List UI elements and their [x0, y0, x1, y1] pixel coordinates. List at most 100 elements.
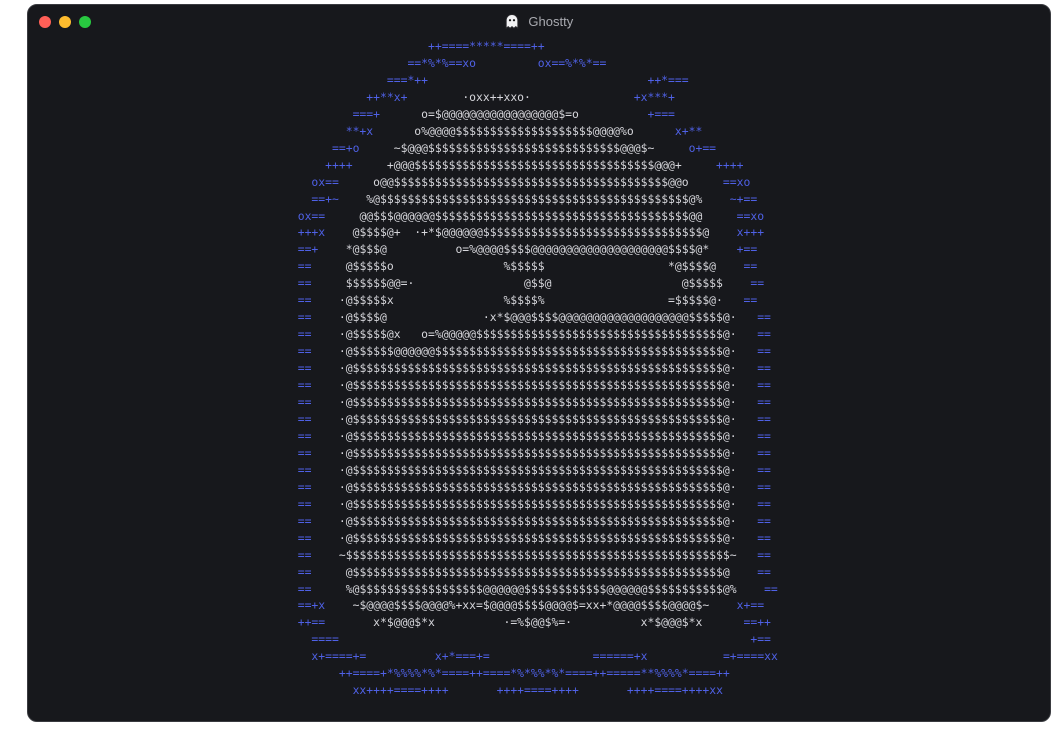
art-border-segment: == [757, 411, 771, 426]
art-border-segment: == [757, 564, 771, 579]
art-ghost-segment: $$$$$$@@=· @$$@ @$$$$$ [311, 276, 751, 291]
window-title-group: Ghostty [28, 14, 1050, 29]
art-border-segment: == [764, 581, 778, 596]
art-border-segment: == [284, 530, 312, 545]
art-border-segment: =+====xx [722, 649, 778, 664]
art-ghost-segment: ~$@@@$$$$$$$$$$$$$$$$$$$$$$$$$$$$@@@$~ [359, 140, 689, 155]
art-ghost-segment [366, 649, 435, 663]
art-border-segment: == [757, 513, 771, 528]
art-line: == ~$$$$$$$$$$$$$$$$$$$$$$$$$$$$$$$$$$$$… [284, 548, 771, 562]
art-line: ++++ +@@@$$$$$$$$$$$$$$$$$$$$$$$$$$$$$$$… [284, 158, 743, 172]
art-border-segment: == [757, 310, 771, 325]
art-border-segment: == [284, 547, 312, 562]
art-line: == ·@$$$$$$$$$$$$$$$$$$$$$$$$$$$$$$$$$$$… [284, 361, 771, 375]
art-border-segment: == [284, 327, 312, 342]
art-line: x+====+= x+*===+= ======+x =+====xx [284, 649, 778, 664]
art-ghost-segment: o@@$$$$$$$$$$$$$$$$$$$$$$$$$$$$$$$$$$$$$… [338, 174, 723, 189]
art-border-segment: == [757, 547, 771, 562]
art-ghost-segment [648, 649, 723, 663]
art-ghost-segment: ·@$$$$$$$$$$$$$$$$$$$$$$$$$$$$$$$$$$$$$$… [311, 445, 758, 460]
art-border-segment: o+== [688, 140, 717, 155]
art-border-segment: ==+o [284, 140, 360, 155]
art-line: == ·@$$$$$$$$$$$$$$$$$$$$$$$$$$$$$$$$$$$… [284, 497, 771, 511]
art-border-segment: == [757, 445, 771, 460]
art-border-segment: == [284, 259, 312, 274]
art-ghost-segment: ·@$$$$$$@@@@@@$$$$$$$$$$$$$$$$$$$$$$$$$$… [311, 344, 758, 359]
art-border-segment: xx++++====++++ [284, 683, 449, 698]
art-border-segment: ~+== [729, 191, 758, 206]
art-border-segment: == [757, 378, 771, 393]
art-line: == ·@$$$$$$$$$$$$$$$$$$$$$$$$$$$$$$$$$$$… [284, 480, 771, 494]
art-line: == %@$$$$$$$$$$$$$$$$$$@@@@@@$$$$$$$$$$$… [284, 582, 778, 596]
art-line: ==*%*%==xo ox==%*%*== [284, 56, 606, 70]
art-border-segment: == [284, 310, 312, 325]
art-ghost-segment: @@$$$@@@@@@$$$$$$$$$$$$$$$$$$$$$$$$$$$$$… [325, 208, 737, 223]
art-line: == ·@$$$$$@x o=%@@@@@$$$$$$$$$$$$$$$$$$$… [284, 327, 771, 341]
art-line: ++====*****====++ [284, 39, 545, 53]
art-ghost-segment: ·@$$$$$$$$$$$$$$$$$$$$$$$$$$$$$$$$$$$$$$… [311, 513, 758, 528]
art-border-segment: == [757, 496, 771, 511]
ghost-icon [505, 14, 519, 29]
art-border-segment: == [284, 428, 312, 443]
art-border-segment: ===*++ [284, 72, 429, 87]
art-border-segment: == [757, 361, 771, 376]
window-title: Ghostty [528, 14, 574, 29]
art-border-segment: x+++ [736, 225, 765, 240]
art-ghost-segment: o%@@@@$$$$$$$$$$$$$$$$$$$$@@@@%o [373, 123, 675, 138]
art-border-segment: ox== [284, 208, 326, 223]
art-ghost-segment: %@$$$$$$$$$$$$$$$$$$$$$$$$$$$$$$$$$$$$$$… [338, 191, 730, 206]
art-line: == ·@$$$$$$$$$$$$$$$$$$$$$$$$$$$$$$$$$$$… [284, 429, 771, 443]
art-border-segment: ==*%*%==xo ox==%*%*== [284, 55, 607, 70]
art-line: == ·@$$$$$$$$$$$$$$$$$$$$$$$$$$$$$$$$$$$… [284, 531, 771, 545]
art-line: ox== @@$$$@@@@@@$$$$$$$$$$$$$$$$$$$$$$$$… [284, 209, 764, 223]
art-ghost-segment [339, 632, 750, 646]
art-border-segment: == [284, 361, 312, 376]
art-border-segment: ox== [284, 174, 339, 189]
art-border-segment: == [284, 395, 312, 410]
art-border-segment: == [757, 395, 771, 410]
art-border-segment: x+*===+= [434, 649, 490, 664]
art-ghost-segment: ·@$$$$$$$$$$$$$$$$$$$$$$$$$$$$$$$$$$$$$$… [311, 378, 758, 393]
art-border-segment: x+** [674, 123, 703, 138]
ascii-ghost-art: ++====*****====++ ==*%*%==xo ox==%*%*== … [284, 38, 778, 699]
art-line: ++**x+ ·oxx++xxo· +x***+ [284, 90, 675, 104]
art-border-segment: ==+ [284, 242, 319, 257]
art-border-segment: **+x [284, 123, 374, 138]
art-ghost-segment: +@@@$$$$$$$$$$$$$$$$$$$$$$$$$$$$$$$$$$$@… [352, 157, 717, 172]
art-line: xx++++====++++ ++++====++++ ++++====++++… [284, 683, 723, 697]
art-ghost-segment: o=$@@@@@@@@@@@@@@@@@$=o [380, 106, 634, 121]
art-border-segment: == [284, 445, 312, 460]
art-line: == ·@$$$$$$$$$$$$$$$$$$$$$$$$$$$$$$$$$$$… [284, 412, 771, 426]
art-ghost-segment: ·@$$$$$$$$$$$$$$$$$$$$$$$$$$$$$$$$$$$$$$… [311, 361, 758, 376]
art-ghost-segment: x*$@@@$*x ·=%$@@$%=· x*$@@@$*x [325, 615, 744, 630]
art-ghost-segment [449, 683, 497, 697]
terminal-area[interactable]: ++====*****====++ ==*%*%==xo ox==%*%*== … [28, 39, 1050, 721]
art-border-segment: == [284, 564, 312, 579]
art-line: ++====+*%%%%*%*====++====*%*%%*%*====++=… [284, 666, 730, 680]
art-line: == @$$$$$$$$$$$$$$$$$$$$$$$$$$$$$$$$$$$$… [284, 565, 771, 579]
art-border-segment: == [284, 479, 312, 494]
art-border-segment: ++== [284, 615, 326, 630]
art-ghost-segment: @$$$$$o %$$$$$ *@$$$$@ [311, 259, 744, 274]
art-border-segment: == [757, 344, 771, 359]
art-ghost-segment [428, 73, 647, 87]
art-line: ===+ o=$@@@@@@@@@@@@@@@@@$=o +=== [284, 107, 675, 121]
art-line: ==+~ %@$$$$$$$$$$$$$$$$$$$$$$$$$$$$$$$$$… [284, 192, 757, 206]
art-ghost-segment: ·@$$$$$$$$$$$$$$$$$$$$$$$$$$$$$$$$$$$$$$… [311, 395, 758, 410]
art-line: == ·@$$$$$$$$$$$$$$$$$$$$$$$$$$$$$$$$$$$… [284, 514, 771, 528]
art-border-segment: == [743, 293, 758, 308]
art-border-segment: +== [750, 632, 771, 647]
art-border-segment: == [284, 513, 312, 528]
art-ghost-segment: ·@$$$$$$$$$$$$$$$$$$$$$$$$$$$$$$$$$$$$$$… [311, 411, 758, 426]
art-border-segment: == [284, 378, 312, 393]
art-border-segment: == [757, 530, 771, 545]
art-border-segment: x+== [736, 598, 765, 613]
art-border-segment: == [284, 581, 312, 596]
art-ghost-segment [490, 649, 593, 663]
art-line: ==+x ~$@@@@$$$$@@@@%+xx=$@@@@$$$$@@@@$=x… [284, 598, 764, 612]
art-border-segment: ++++ [284, 157, 353, 172]
art-ghost-segment: %@$$$$$$$$$$$$$$$$$$@@@@@@$$$$$$$$$$$$@@… [311, 581, 765, 596]
title-bar[interactable]: Ghostty [28, 5, 1050, 39]
art-border-segment: x+====+= [284, 649, 367, 664]
art-ghost-segment: ·@$$$$$$$$$$$$$$$$$$$$$$$$$$$$$$$$$$$$$$… [311, 496, 758, 511]
